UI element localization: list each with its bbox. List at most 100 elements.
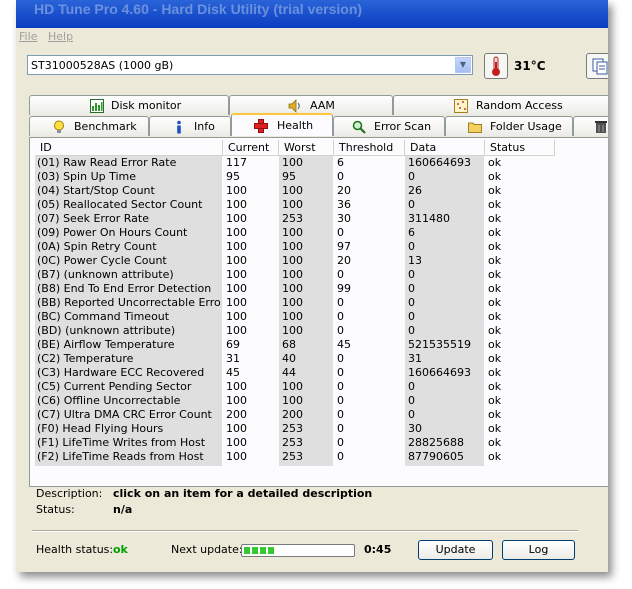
drive-select[interactable]: ST31000528AS (1000 gB) ▼ [27, 55, 473, 75]
table-cell-threshold: 20 [337, 184, 351, 197]
table-row[interactable]: (09) Power On Hours Count 100 100 0 6 ok [35, 226, 605, 240]
table-cell-current: 100 [226, 184, 247, 197]
table-cell-threshold: 0 [337, 436, 344, 449]
tab-info[interactable]: Info [149, 116, 231, 136]
tab-disk-monitor[interactable]: Disk monitor [29, 95, 229, 115]
table-cell-current: 100 [226, 212, 247, 225]
table-cell-threshold: 30 [337, 212, 351, 225]
copy-button[interactable] [586, 53, 608, 79]
table-row[interactable]: (BD) (unknown attribute) 100 100 0 0 ok [35, 324, 605, 338]
table-row[interactable]: (C3) Hardware ECC Recovered 45 44 0 16066469… [35, 366, 605, 380]
app-window: HD Tune Pro 4.60 - Hard Disk Utility (tr… [16, 0, 608, 572]
table-cell-status: ok [488, 394, 502, 407]
health-status-label: Health status: [36, 543, 114, 556]
table-cell-data: 0 [408, 408, 415, 421]
table-row[interactable]: (BE) Airflow Temperature 69 68 45 521535519 o… [35, 338, 605, 352]
table-cell-data: 26 [408, 184, 422, 197]
table-row[interactable]: (C6) Offline Uncorrectable 100 100 0 0 ok [35, 394, 605, 408]
table-cell-data: 521535519 [408, 338, 471, 351]
disk-monitor-icon [90, 99, 104, 113]
table-cell-worst: 253 [282, 422, 303, 435]
table-cell-current: 100 [226, 422, 247, 435]
chevron-down-icon[interactable]: ▼ [455, 57, 471, 73]
table-cell-id: (0C) Power Cycle Count [37, 254, 167, 267]
table-row[interactable]: (C5) Current Pending Sector 100 100 0 0 ok [35, 380, 605, 394]
table-cell-data: 160664693 [408, 156, 471, 169]
menu-bar: File Help [16, 28, 608, 46]
table-row[interactable]: (05) Reallocated Sector Count 100 100 36 0 ok [35, 198, 605, 212]
table-row[interactable]: (BB) Reported Uncorrectable Errors 100 100… [35, 296, 605, 310]
table-row[interactable]: (F1) LifeTime Writes from Host 100 253 0 288… [35, 436, 605, 450]
table-cell-id: (C2) Temperature [37, 352, 134, 365]
table-cell-threshold: 45 [337, 338, 351, 351]
table-cell-id: (B8) End To End Error Detection [37, 282, 212, 295]
table-cell-id: (05) Reallocated Sector Count [37, 198, 203, 211]
table-cell-current: 100 [226, 310, 247, 323]
temperature-button[interactable] [484, 53, 508, 79]
tab-health[interactable]: Health [231, 113, 333, 136]
table-row[interactable]: (0C) Power Cycle Count 100 100 20 13 ok [35, 254, 605, 268]
table-cell-threshold: 0 [337, 310, 344, 323]
table-cell-id: (01) Raw Read Error Rate [37, 156, 177, 169]
column-header-status[interactable]: Status [485, 140, 555, 156]
table-cell-id: (BD) (unknown attribute) [37, 324, 176, 337]
table-cell-status: ok [488, 156, 502, 169]
table-cell-data: 0 [408, 268, 415, 281]
tab-error-scan[interactable]: Error Scan [333, 116, 445, 136]
table-cell-worst: 100 [282, 296, 303, 309]
table-cell-worst: 100 [282, 310, 303, 323]
table-cell-id: (09) Power On Hours Count [37, 226, 188, 239]
table-cell-status: ok [488, 170, 502, 183]
menu-file[interactable]: File [19, 30, 37, 43]
table-cell-current: 100 [226, 254, 247, 267]
tab-label: AAM [310, 99, 335, 112]
column-header-worst[interactable]: Worst [279, 140, 334, 156]
table-row[interactable]: (C2) Temperature 31 40 0 31 ok [35, 352, 605, 366]
tab-random-access[interactable]: Random Access [393, 95, 608, 115]
table-cell-worst: 95 [282, 170, 296, 183]
table-cell-data: 0 [408, 198, 415, 211]
log-button[interactable]: Log [502, 540, 575, 560]
progress-segment [252, 547, 258, 554]
table-cell-id: (C7) Ultra DMA CRC Error Count [37, 408, 212, 421]
table-cell-id: (F2) LifeTime Reads from Host [37, 450, 204, 463]
table-row[interactable]: (01) Raw Read Error Rate 117 100 6 160664693… [35, 156, 605, 170]
table-cell-id: (03) Spin Up Time [37, 170, 137, 183]
table-cell-id: (F1) LifeTime Writes from Host [37, 436, 206, 449]
table-cell-worst: 100 [282, 240, 303, 253]
table-cell-data: 0 [408, 394, 415, 407]
table-row[interactable]: (04) Start/Stop Count 100 100 20 26 ok [35, 184, 605, 198]
table-row[interactable]: (0A) Spin Retry Count 100 100 97 0 ok [35, 240, 605, 254]
tab-folder-usage[interactable]: Folder Usage [445, 116, 573, 136]
column-header-threshold[interactable]: Threshold [334, 140, 405, 156]
table-cell-current: 200 [226, 408, 247, 421]
column-header-id[interactable]: ID [35, 140, 223, 156]
table-row[interactable]: (C7) Ultra DMA CRC Error Count 200 200 0 0 ok [35, 408, 605, 422]
menu-help[interactable]: Help [48, 30, 73, 43]
table-row[interactable]: (F0) Head Flying Hours 100 253 0 30 ok [35, 422, 605, 436]
tab-label: Benchmark [74, 120, 137, 133]
update-button[interactable]: Update [418, 540, 493, 560]
table-cell-worst: 100 [282, 156, 303, 169]
column-header-current[interactable]: Current [223, 140, 279, 156]
table-cell-worst: 200 [282, 408, 303, 421]
tab-benchmark[interactable]: Benchmark [29, 116, 149, 136]
table-row[interactable]: (BC) Command Timeout 100 100 0 0 ok [35, 310, 605, 324]
table-cell-id: (BB) Reported Uncorrectable Errors [37, 296, 221, 309]
table-cell-data: 311480 [408, 212, 450, 225]
table-row[interactable]: (F2) LifeTime Reads from Host 100 253 0 8779… [35, 450, 605, 464]
tab-aam[interactable]: AAM [229, 95, 393, 115]
table-cell-current: 100 [226, 226, 247, 239]
description-label: Description: [36, 487, 103, 500]
tab-label: Error Scan [374, 120, 432, 133]
table-row[interactable]: (03) Spin Up Time 95 95 0 0 ok [35, 170, 605, 184]
table-cell-current: 100 [226, 296, 247, 309]
tab-erase[interactable] [573, 116, 608, 136]
table-row[interactable]: (B8) End To End Error Detection 100 100 99 0… [35, 282, 605, 296]
description-value: click on an item for a detailed descript… [113, 487, 373, 500]
table-row[interactable]: (B7) (unknown attribute) 100 100 0 0 ok [35, 268, 605, 282]
column-header-data[interactable]: Data [405, 140, 485, 156]
next-update-progress [241, 544, 355, 557]
table-cell-status: ok [488, 380, 502, 393]
table-row[interactable]: (07) Seek Error Rate 100 253 30 311480 ok [35, 212, 605, 226]
